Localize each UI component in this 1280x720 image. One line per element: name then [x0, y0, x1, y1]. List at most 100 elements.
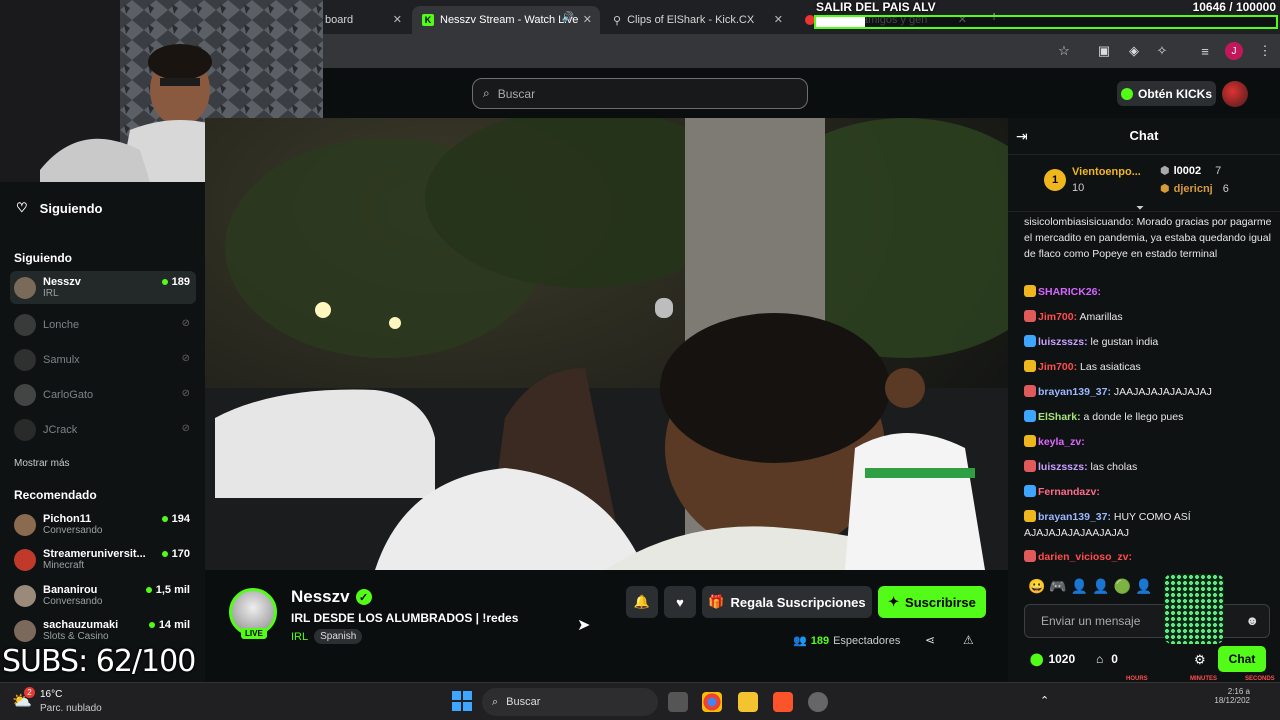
channel-category: Slots & Casino — [43, 631, 109, 642]
chat-input-placeholder: Enviar un mensaje — [1041, 614, 1141, 628]
reading-list-icon[interactable]: ≡ — [1196, 42, 1214, 60]
notification-bell-button[interactable]: 🔔 — [626, 586, 658, 618]
extension-shield-icon[interactable]: ◈ — [1125, 42, 1143, 60]
profile-avatar[interactable]: J — [1225, 42, 1243, 60]
chat-username[interactable]: brayan139_37: — [1038, 386, 1111, 398]
offline-icon: ⊘ — [181, 318, 190, 329]
channel-points[interactable]: ⬤ 1020 — [1030, 652, 1075, 666]
kick-logo-icon: K — [422, 14, 434, 26]
live-dot-icon — [148, 622, 155, 628]
channel-name: JCrack — [43, 423, 78, 436]
get-kicks-button[interactable]: Obtén KICKs — [1117, 81, 1216, 106]
chat-badge-icon — [1024, 360, 1036, 372]
chat-username[interactable]: brayan139_37: — [1038, 511, 1111, 523]
channel-category: IRL — [43, 288, 59, 299]
sidebar-item-nesszv[interactable]: Nesszv IRL 189 — [10, 271, 196, 304]
video-player[interactable] — [205, 118, 1008, 570]
chat-username[interactable]: Jim700: — [1038, 311, 1077, 323]
close-icon[interactable]: ✕ — [774, 13, 783, 26]
goal-progress-fill — [816, 17, 865, 27]
category-link[interactable]: IRL — [291, 631, 308, 643]
file-explorer-icon[interactable] — [738, 692, 758, 712]
gifter-item[interactable]: ⬢ djericnj 6 — [1160, 182, 1229, 196]
share-icon[interactable]: ⋖ — [925, 633, 935, 647]
gifter-badge-icon: ⬢ — [1160, 183, 1170, 195]
chat-username[interactable]: ElShark: — [1038, 411, 1081, 423]
sidebar-item-lonche[interactable]: Lonche ⊘ — [10, 308, 196, 341]
sidebar-item-jcrack[interactable]: JCrack ⊘ — [10, 413, 196, 446]
taskbar-search[interactable]: ⌕ Buscar — [482, 688, 658, 716]
gift-subs-button[interactable]: 🎁 Regala Suscripciones — [702, 586, 872, 618]
sidebar-item-streameruniversitario[interactable]: Streameruniversit... Minecraft 170 — [10, 543, 196, 576]
channel-name[interactable]: Nesszv — [291, 587, 350, 607]
goal-title: SALIR DEL PAIS ALV — [816, 0, 936, 14]
emoji-icon[interactable]: ☻ — [1245, 613, 1259, 628]
star-icon: ✦ — [888, 594, 900, 609]
tray-chevron-icon[interactable]: ⌃ — [1040, 694, 1049, 707]
close-icon[interactable]: ✕ — [393, 13, 402, 26]
send-chat-button[interactable]: Chat — [1218, 646, 1266, 672]
star-icon[interactable]: ☆ — [1055, 42, 1073, 60]
brave-icon[interactable] — [773, 692, 793, 712]
chrome-icon[interactable] — [702, 692, 722, 712]
app-icon[interactable] — [808, 692, 828, 712]
windows-logo-icon — [452, 702, 461, 711]
user-avatar[interactable] — [1222, 81, 1248, 107]
weather-temp: 16°C — [40, 689, 63, 700]
gifter-name: djericnj — [1173, 182, 1213, 195]
chat-text: Amarillas — [1077, 311, 1123, 323]
chat-username[interactable]: Jim700: — [1038, 361, 1077, 373]
search-input[interactable]: ⌕ Buscar — [472, 78, 808, 109]
tab-dashboard[interactable]: board ✕ — [315, 6, 410, 34]
clock-time: 2:16 a — [1227, 687, 1250, 696]
sidebar-item-pichon11[interactable]: Pichon11 Conversando 194 — [10, 508, 196, 541]
chat-username[interactable]: darien_vicioso_zv: — [1038, 551, 1132, 563]
chat-text: las cholas — [1087, 461, 1138, 473]
expand-gifters-icon[interactable]: ⏷ — [1136, 203, 1144, 214]
tab-clips-elshark[interactable]: ⚲ Clips of ElShark - Kick.CX ✕ — [603, 6, 791, 34]
following-header[interactable]: ♡ Siguiendo — [16, 200, 103, 216]
emote-cup-overlay — [1164, 574, 1224, 644]
chat-username[interactable]: Fernandazv: — [1038, 486, 1100, 498]
chat-username[interactable]: luiszsszs: — [1038, 461, 1088, 473]
follow-heart-button[interactable]: ♥ — [664, 586, 696, 618]
chat-badge-icon — [1024, 510, 1036, 522]
sidebar-item-samulx[interactable]: Samulx ⊘ — [10, 343, 196, 376]
link-icon: ⚲ — [613, 14, 622, 27]
gift-icon: 🎁 — [708, 594, 725, 609]
menu-kebab-icon[interactable]: ⋮ — [1256, 42, 1274, 60]
speaker-icon[interactable]: 🔊 — [562, 12, 574, 23]
chat-username[interactable]: keyla_zv: — [1038, 436, 1085, 448]
sidebar-item-bananirou[interactable]: Bananirou Conversando 1,5 mil — [10, 579, 196, 612]
task-view-icon[interactable] — [668, 692, 688, 712]
chat-username[interactable]: luiszsszs: — [1038, 336, 1088, 348]
chat-input[interactable]: Enviar un mensaje ☻ — [1024, 604, 1270, 638]
redeem-counter[interactable]: ⌂ 0 — [1096, 652, 1118, 666]
windows-taskbar: ⛅ 2 16°C Parc. nublado ⌕ Buscar ⌃ 2:16 a… — [0, 682, 1280, 720]
clock[interactable]: 2:16 a 18/12/202 — [1200, 687, 1250, 705]
chat-settings-icon[interactable]: ⚙ — [1194, 652, 1206, 668]
sidebar-item-carlogato[interactable]: CarloGato ⊘ — [10, 378, 196, 411]
top-gifter-name[interactable]: Vientoenpo... — [1072, 166, 1141, 178]
viewer-count-value: 194 — [171, 513, 190, 525]
media-icon[interactable]: ▣ — [1095, 42, 1113, 60]
tab-nesszv-stream[interactable]: K Nesszv Stream - Watch Live 🔊 ✕ — [412, 6, 600, 34]
subscribe-button[interactable]: ✦ Suscribirse — [878, 586, 986, 618]
recommended-section-title: Recomendado — [14, 488, 97, 502]
show-more-link[interactable]: Mostrar más — [14, 458, 70, 469]
language-tag[interactable]: Spanish — [314, 629, 363, 644]
sidebar-item-sachauzumaki[interactable]: sachauzumaki Slots & Casino 14 mil — [10, 614, 196, 647]
puzzle-icon[interactable]: ✧ — [1153, 42, 1171, 60]
weather-widget[interactable]: ⛅ 2 16°C Parc. nublado — [12, 687, 122, 717]
channel-category: Minecraft — [43, 560, 85, 571]
emote-bar: 😀🎮👤👤🟢👤 — [1028, 578, 1157, 594]
chat-username[interactable]: SHARICK26: — [1038, 286, 1101, 298]
close-icon[interactable]: ✕ — [583, 13, 592, 26]
gifter-item[interactable]: ⬢ l0002 7 — [1160, 164, 1221, 178]
chat-badge-icon — [1024, 410, 1036, 422]
report-icon[interactable]: ⚠ — [963, 633, 974, 647]
start-button[interactable] — [452, 691, 472, 711]
viewer-count-value: 1,5 mil — [155, 584, 190, 596]
viewer-count-value: 189 — [810, 634, 830, 647]
viewer-count: 14 mil — [148, 619, 190, 631]
